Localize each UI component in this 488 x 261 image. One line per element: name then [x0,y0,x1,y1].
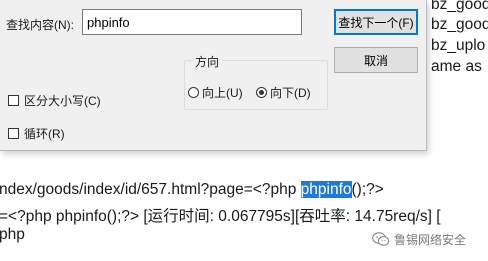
checkbox-icon [8,128,19,139]
find-dialog: 查找内容(N): 查找下一个(F) 取消 方向 向上(U) 向下(D) 区分大小… [0,0,427,151]
bg-text-right-2: bz_good [431,16,488,33]
radio-circle-icon [188,87,199,98]
find-what-label: 查找内容(N): [6,18,74,32]
wrap-around-label: 循环(R) [24,127,65,141]
direction-up-radio[interactable]: 向上(U) [188,84,243,101]
match-case-label: 区分大小写(C) [24,94,101,108]
bg-text-line-1-before: ndex/goods/index/id/657.html?page=<?php [0,181,301,198]
cancel-button[interactable]: 取消 [334,47,418,73]
radio-circle-selected-icon [256,87,267,98]
bg-text-line-1-after: ();?> [351,181,384,198]
direction-up-label: 向上(U) [202,86,243,100]
bg-text-line-3: php [0,226,25,243]
bg-text-right-1: bz_good [431,0,488,13]
wechat-icon [372,232,390,246]
direction-down-radio[interactable]: 向下(D) [256,84,311,101]
watermark-text: 鲁锡网络安全 [394,233,467,247]
find-what-input[interactable] [82,9,302,35]
bg-text-line-1: ndex/goods/index/id/657.html?page=<?php … [0,181,384,199]
wrap-around-checkbox[interactable]: 循环(R) [8,125,65,142]
bg-text-right-3: bz_uplo [431,37,486,54]
direction-down-label: 向下(D) [270,86,311,100]
search-match-highlight: phpinfo [300,181,352,198]
bg-text-right-4: ame as [431,58,482,75]
watermark: 鲁锡网络安全 [372,231,466,248]
bg-text-line-2: =<?php phpinfo();?> [运行时间: 0.067795s][吞吐… [0,208,441,225]
match-case-checkbox[interactable]: 区分大小写(C) [8,92,101,109]
checkbox-icon [8,95,19,106]
find-next-button[interactable]: 查找下一个(F) [334,9,418,35]
direction-label: 方向 [192,53,223,70]
